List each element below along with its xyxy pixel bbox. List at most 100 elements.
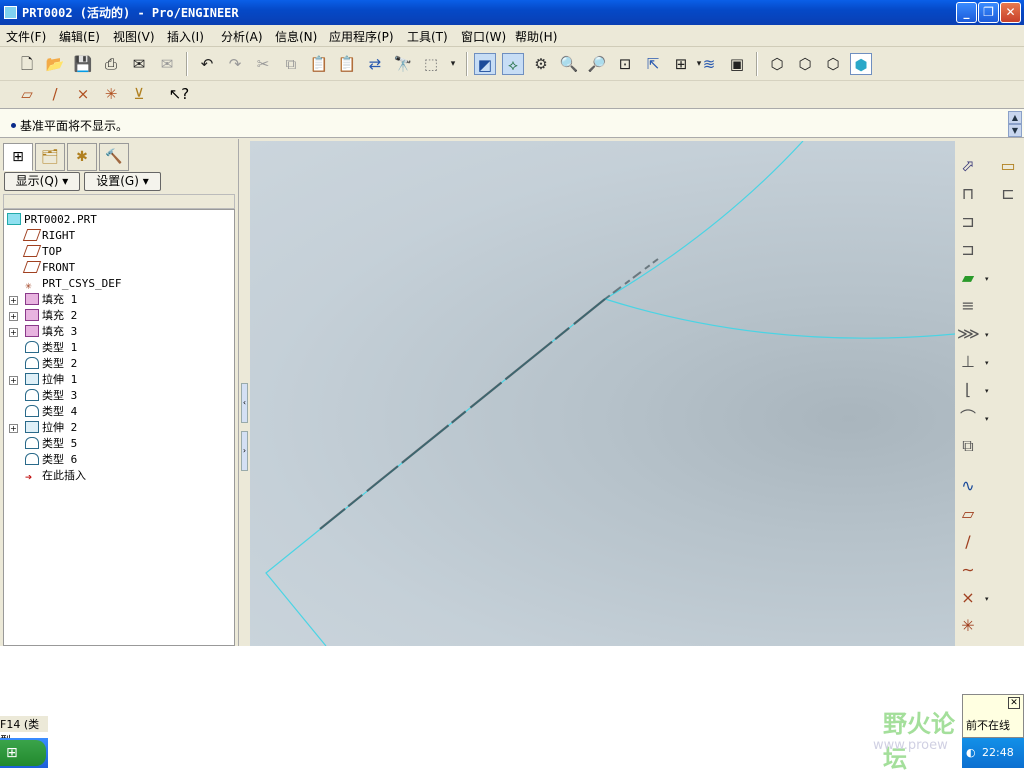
dropdown-arrow-icon[interactable]: ▾	[985, 387, 989, 395]
paste-icon[interactable]: 📋	[308, 53, 330, 75]
datum-axis-display-icon[interactable]: /	[44, 83, 66, 105]
rib-tool-icon[interactable]: ⊐	[957, 211, 979, 233]
offset-tool-icon[interactable]: ≡	[957, 295, 979, 317]
layers-icon[interactable]: ≋	[698, 53, 720, 75]
collapse-left-icon[interactable]: ‹	[241, 383, 248, 423]
datum-plane-create-icon[interactable]: ▱	[957, 503, 979, 525]
datum-curve-create-icon[interactable]: ∼	[957, 559, 979, 581]
tree-item-right[interactable]: RIGHT	[22, 228, 75, 244]
print-icon[interactable]: ⎙	[100, 53, 122, 75]
datum-point-display-icon[interactable]: ×	[72, 83, 94, 105]
redo-icon[interactable]: ↷	[224, 53, 246, 75]
hole-tool-icon[interactable]: ⊓	[957, 183, 979, 205]
reorient-icon[interactable]: ⇱	[642, 53, 664, 75]
tree-item-top[interactable]: TOP	[22, 244, 62, 260]
message-scroll-down-icon[interactable]: ▼	[1008, 124, 1022, 137]
shading-icon[interactable]: ⬢	[850, 53, 872, 75]
tree-item-fill-2[interactable]: 填充 2	[25, 308, 77, 324]
draft-tool-icon[interactable]: ⊐	[957, 239, 979, 261]
expand-icon[interactable]: +	[9, 376, 18, 385]
wireframe-icon[interactable]: ⬡	[766, 53, 788, 75]
tree-item-part[interactable]: PRT0002.PRT	[7, 212, 97, 228]
zoom-out-icon[interactable]: 🔎	[586, 53, 608, 75]
tree-item-front[interactable]: FRONT	[22, 260, 75, 276]
save-icon[interactable]: 💾	[72, 53, 94, 75]
annotation-tool-icon[interactable]: ▭	[997, 155, 1019, 177]
tree-item-type-1[interactable]: 类型 1	[25, 340, 77, 356]
datum-point-create-icon[interactable]: ×	[957, 587, 979, 609]
menu-view[interactable]: 视图(V)	[113, 28, 155, 45]
maximize-button[interactable]: ❐	[978, 2, 999, 23]
tray-status-icon[interactable]: ◐	[966, 746, 976, 759]
view-manager-icon[interactable]: ▣	[726, 53, 748, 75]
open-folder-icon[interactable]: 📂	[44, 53, 66, 75]
cut-icon[interactable]: ✂	[252, 53, 274, 75]
repaint-icon[interactable]: ◩	[474, 53, 496, 75]
expand-icon[interactable]: +	[9, 296, 18, 305]
dropdown-arrow-icon[interactable]: ▾	[985, 331, 989, 339]
hidden-line-icon[interactable]: ⬡	[794, 53, 816, 75]
menu-applications[interactable]: 应用程序(P)	[329, 28, 394, 45]
new-file-icon[interactable]: 🗋	[16, 53, 38, 75]
tree-item-type-4[interactable]: 类型 4	[25, 404, 77, 420]
tab-model-tree[interactable]: ⊞	[3, 143, 33, 171]
expand-icon[interactable]: +	[9, 312, 18, 321]
shell-tool-icon[interactable]: ⊏	[997, 183, 1019, 205]
fill-surface-tool-icon[interactable]: ▰	[957, 267, 979, 289]
tree-item-csys[interactable]: ✳ PRT_CSYS_DEF	[25, 276, 121, 292]
menu-tools[interactable]: 工具(T)	[407, 28, 448, 45]
close-button[interactable]: ✕	[1000, 2, 1021, 23]
tree-item-type-5[interactable]: 类型 5	[25, 436, 77, 452]
selection-dropdown-icon[interactable]: ▾	[442, 53, 464, 75]
no-hidden-icon[interactable]: ⬡	[822, 53, 844, 75]
tree-item-extrude-2[interactable]: 拉伸 2	[25, 420, 77, 436]
display-dropdown-button[interactable]: 显示(Q) ▾	[4, 172, 80, 191]
tree-item-extrude-1[interactable]: 拉伸 1	[25, 372, 77, 388]
annotation-display-icon[interactable]: ⊻	[128, 83, 150, 105]
dropdown-arrow-icon[interactable]: ▾	[985, 415, 989, 423]
csys-create-icon[interactable]: ✳	[957, 615, 979, 637]
menu-window[interactable]: 窗口(W)	[461, 28, 506, 45]
start-button[interactable]: ⊞	[0, 740, 46, 766]
minimize-button[interactable]: _	[956, 2, 977, 23]
expand-icon[interactable]: +	[9, 328, 18, 337]
clock[interactable]: 22:48	[982, 746, 1014, 759]
tree-item-insert-here[interactable]: ➔ 在此插入	[25, 468, 86, 484]
tab-folder-browser[interactable]: 🗂	[35, 143, 65, 171]
menu-help[interactable]: 帮助(H)	[515, 28, 557, 45]
copy-icon[interactable]: ⧉	[280, 53, 302, 75]
selection-box-icon[interactable]: ⬚	[420, 53, 442, 75]
settings-dropdown-button[interactable]: 设置(G) ▾	[84, 172, 161, 191]
menu-file[interactable]: 文件(F)	[6, 28, 46, 45]
datum-axis-create-icon[interactable]: /	[957, 531, 979, 553]
dropdown-arrow-icon[interactable]: ▾	[985, 359, 989, 367]
panel-splitter[interactable]: ‹ ›	[238, 139, 250, 646]
undo-icon[interactable]: ↶	[196, 53, 218, 75]
tab-favorites[interactable]: ✱	[67, 143, 97, 171]
context-help-icon[interactable]: ↖?	[168, 83, 190, 105]
email-icon[interactable]: ✉	[128, 53, 150, 75]
orient-mode-icon[interactable]: ⚙	[530, 53, 552, 75]
datum-plane-tool-icon[interactable]: ⬀	[957, 155, 979, 177]
trim-tool-icon[interactable]: ⊥	[957, 351, 979, 373]
dropdown-arrow-icon[interactable]: ▾	[985, 595, 989, 603]
graphics-area[interactable]	[250, 141, 955, 646]
round-tool-icon[interactable]: ⌊	[957, 379, 979, 401]
tree-item-fill-1[interactable]: 填充 1	[25, 292, 77, 308]
regenerate-icon[interactable]: ⇄	[364, 53, 386, 75]
tree-item-fill-3[interactable]: 填充 3	[25, 324, 77, 340]
merge-tool-icon[interactable]: ⧉	[957, 435, 979, 457]
email-link-icon[interactable]: ✉	[156, 53, 178, 75]
find-icon[interactable]: 🔭	[392, 53, 414, 75]
tree-item-type-3[interactable]: 类型 3	[25, 388, 77, 404]
menu-edit[interactable]: 编辑(E)	[59, 28, 100, 45]
sketch-tool-icon[interactable]: ∿	[957, 475, 979, 497]
menu-insert[interactable]: 插入(I)	[167, 28, 204, 45]
tree-item-type-2[interactable]: 类型 2	[25, 356, 77, 372]
paste-special-icon[interactable]: 📋	[336, 53, 358, 75]
refit-icon[interactable]: ⊡	[614, 53, 636, 75]
expand-right-icon[interactable]: ›	[241, 431, 248, 471]
tree-item-type-6[interactable]: 类型 6	[25, 452, 77, 468]
menu-info[interactable]: 信息(N)	[275, 28, 317, 45]
message-scroll-up-icon[interactable]: ▲	[1008, 111, 1022, 124]
